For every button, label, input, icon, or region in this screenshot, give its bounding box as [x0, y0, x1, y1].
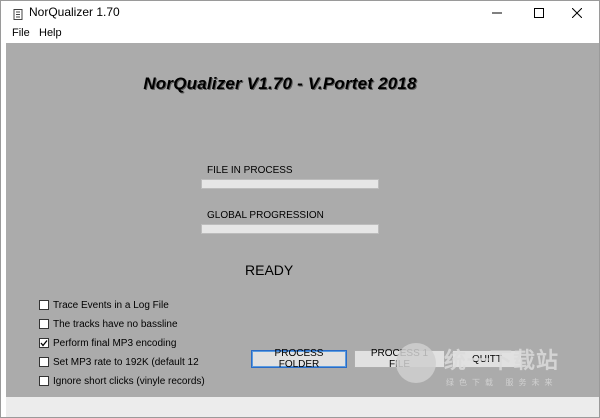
- status-strip: [6, 397, 599, 417]
- close-button[interactable]: [557, 1, 597, 25]
- checkbox[interactable]: [39, 338, 49, 348]
- status-text: READY: [245, 262, 294, 278]
- app-heading: NorQualizer V1.70 - V.Portet 2018: [143, 74, 417, 93]
- option-no-bassline[interactable]: The tracks have no bassline: [39, 317, 178, 331]
- app-window: NorQualizer 1.70 File Help NorQualizer V…: [0, 0, 600, 418]
- checkmark-icon: [40, 340, 48, 347]
- watermark-logo: 统一下载站 绿色下载 服务未来: [396, 337, 596, 399]
- option-trace-log[interactable]: Trace Events in a Log File: [39, 298, 169, 312]
- title-bar[interactable]: NorQualizer 1.70: [1, 1, 599, 25]
- option-label: Set MP3 rate to 192K (default 12: [53, 356, 199, 368]
- close-icon: [572, 8, 582, 18]
- maximize-icon: [534, 8, 544, 18]
- file-progress-bar: [201, 179, 379, 189]
- watermark-circle-icon: [396, 343, 436, 383]
- process-folder-button[interactable]: PROCESS FOLDER: [251, 348, 347, 370]
- option-label: Ignore short clicks (vinyle records): [53, 375, 205, 387]
- option-ignore-clicks[interactable]: Ignore short clicks (vinyle records): [39, 374, 205, 388]
- file-in-process-label: FILE IN PROCESS: [207, 165, 293, 176]
- watermark-subtext: 绿色下载 服务未来: [446, 378, 558, 387]
- minimize-icon: [492, 12, 502, 14]
- menu-bar: File Help: [1, 25, 599, 43]
- watermark-text: 统一下载站: [444, 349, 560, 374]
- checkbox[interactable]: [39, 319, 49, 329]
- option-mp3-rate[interactable]: Set MP3 rate to 192K (default 12: [39, 355, 199, 369]
- app-icon: [13, 7, 23, 20]
- option-label: Perform final MP3 encoding: [53, 337, 177, 349]
- checkbox[interactable]: [39, 376, 49, 386]
- option-label: Trace Events in a Log File: [53, 299, 169, 311]
- menu-file[interactable]: File: [12, 27, 30, 39]
- global-progression-label: GLOBAL PROGRESSION: [207, 210, 324, 221]
- menu-help[interactable]: Help: [39, 27, 62, 39]
- checkbox[interactable]: [39, 300, 49, 310]
- global-progress-bar: [201, 224, 379, 234]
- checkbox[interactable]: [39, 357, 49, 367]
- window-title: NorQualizer 1.70: [29, 5, 120, 19]
- option-label: The tracks have no bassline: [53, 318, 178, 330]
- minimize-button[interactable]: [477, 1, 517, 25]
- option-mp3-encoding[interactable]: Perform final MP3 encoding: [39, 336, 176, 350]
- maximize-button[interactable]: [519, 1, 559, 25]
